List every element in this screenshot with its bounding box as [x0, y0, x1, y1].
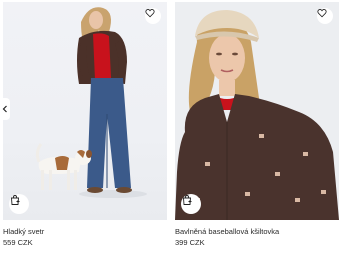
- add-to-bag-button[interactable]: [9, 194, 29, 214]
- product-card[interactable]: Bavlněná baseballová kšiltovka 399 CZK: [175, 2, 339, 247]
- product-card[interactable]: Hladký svetr 559 CZK: [3, 2, 167, 247]
- chevron-left-icon: [2, 105, 7, 113]
- product-photo-illustration: [35, 7, 147, 198]
- product-price: 559 CZK: [3, 238, 33, 247]
- product-title[interactable]: Bavlněná baseballová kšiltovka: [175, 227, 339, 236]
- shopping-bag-icon: [11, 195, 20, 205]
- carousel-prev-button[interactable]: [0, 98, 10, 120]
- wishlist-button[interactable]: [317, 8, 333, 24]
- heart-icon: [145, 9, 155, 18]
- add-to-bag-button[interactable]: [181, 194, 201, 214]
- shopping-bag-icon: [183, 195, 192, 205]
- wishlist-button[interactable]: [145, 8, 161, 24]
- product-price: 399 CZK: [175, 238, 205, 247]
- product-title[interactable]: Hladký svetr: [3, 227, 167, 236]
- product-image[interactable]: [3, 2, 167, 220]
- heart-icon: [317, 9, 327, 18]
- product-image[interactable]: [175, 2, 339, 220]
- product-photo-illustration: [175, 10, 339, 220]
